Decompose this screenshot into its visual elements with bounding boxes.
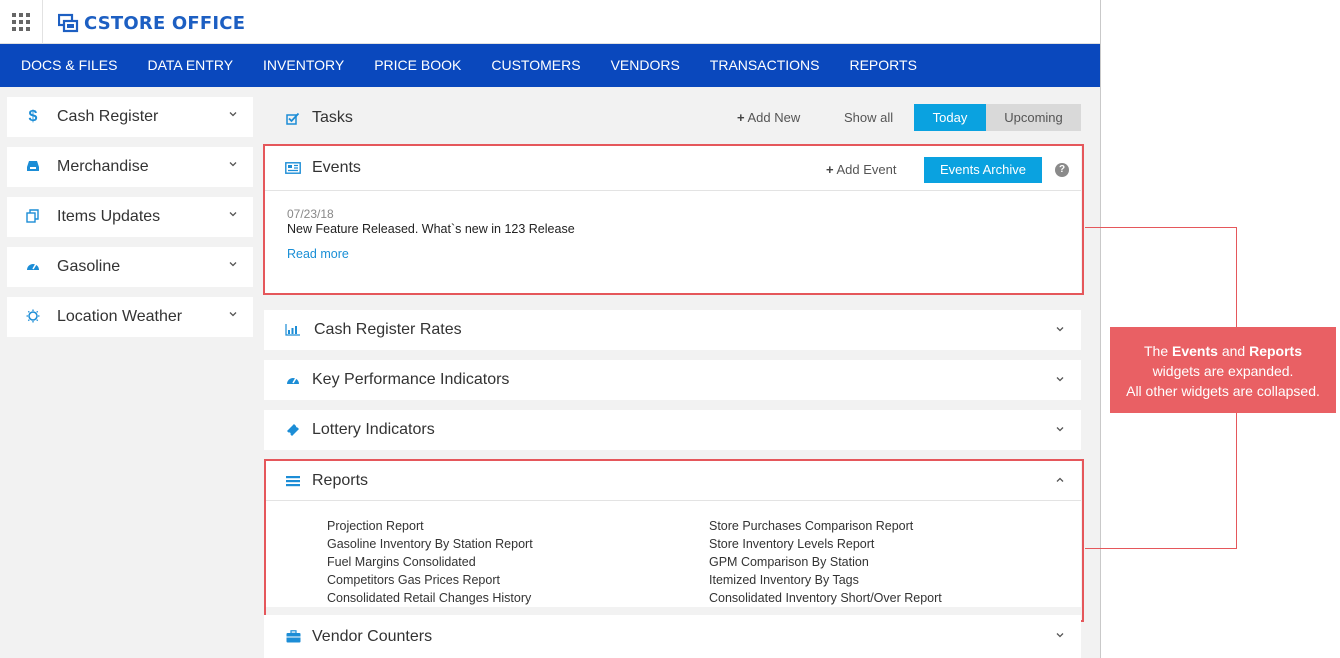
events-highlight-frame (263, 144, 1084, 295)
copy-icon (23, 208, 43, 226)
top-bar: CSTORE OFFICE (0, 0, 1100, 44)
bar-chart-icon (284, 324, 302, 336)
chevron-down-icon[interactable] (228, 309, 238, 319)
nav-inventory[interactable]: INVENTORY (248, 44, 359, 87)
logo[interactable]: CSTORE OFFICE (58, 12, 245, 34)
annotation-text: All other widgets are collapsed. (1126, 383, 1320, 399)
annotation-callout: The Events and Reports widgets are expan… (1110, 327, 1336, 413)
callout-connector (1085, 227, 1237, 228)
sidebar-item-merchandise[interactable]: Merchandise (7, 147, 253, 187)
annotation-text: widgets are expanded. (1152, 363, 1294, 379)
inbox-icon (23, 159, 43, 175)
chevron-down-icon[interactable] (1055, 324, 1065, 334)
nav-price-book[interactable]: PRICE BOOK (359, 44, 476, 87)
tasks-title: Tasks (312, 109, 353, 126)
sidebar-item-label: Gasoline (57, 258, 121, 275)
chevron-down-icon[interactable] (228, 209, 238, 219)
apps-grid-icon[interactable] (0, 0, 43, 44)
annotation-text: Reports (1249, 343, 1302, 359)
kpi-widget[interactable]: Key Performance Indicators (264, 360, 1081, 400)
cash-register-rates-title: Cash Register Rates (314, 321, 462, 338)
sidebar-item-label: Cash Register (57, 108, 159, 125)
chevron-down-icon[interactable] (1055, 424, 1065, 434)
today-tab[interactable]: Today (914, 104, 986, 131)
sidebar-item-cash-register[interactable]: $ Cash Register (7, 97, 253, 137)
sidebar-item-label: Location Weather (57, 308, 183, 325)
annotation-text: and (1221, 343, 1246, 359)
annotation-text: The (1144, 343, 1169, 359)
dollar-icon: $ (28, 108, 38, 125)
sun-icon (23, 309, 43, 326)
nav-data-entry[interactable]: DATA ENTRY (132, 44, 248, 87)
chevron-down-icon[interactable] (228, 159, 238, 169)
briefcase-icon (284, 630, 302, 643)
logo-mark-icon (58, 13, 79, 33)
add-new-task-button[interactable]: + Add New (737, 104, 800, 131)
nav-docs-files[interactable]: DOCS & FILES (6, 44, 132, 87)
gauge-icon (284, 374, 302, 386)
nav-vendors[interactable]: VENDORS (596, 44, 695, 87)
kpi-title: Key Performance Indicators (312, 371, 510, 388)
sidebar-item-label: Merchandise (57, 158, 149, 175)
nav-transactions[interactable]: TRANSACTIONS (695, 44, 835, 87)
ticket-icon (284, 423, 302, 437)
chevron-down-icon[interactable] (228, 109, 238, 119)
callout-connector (1085, 548, 1237, 549)
annotation-text: Events (1172, 343, 1218, 359)
show-all-button[interactable]: Show all (844, 104, 893, 131)
lottery-indicators-widget[interactable]: Lottery Indicators (264, 410, 1081, 450)
gauge-icon (23, 259, 43, 275)
chevron-down-icon[interactable] (1055, 630, 1065, 640)
logo-text: CSTORE OFFICE (84, 12, 246, 34)
app-window: CSTORE OFFICE DOCS & FILES DATA ENTRY IN… (0, 0, 1101, 658)
sidebar-item-label: Items Updates (57, 208, 161, 225)
add-new-label: Add New (747, 110, 801, 125)
upcoming-tab[interactable]: Upcoming (986, 104, 1081, 131)
main-nav: DOCS & FILES DATA ENTRY INVENTORY PRICE … (0, 44, 1100, 87)
vendor-counters-widget[interactable]: Vendor Counters (264, 615, 1081, 658)
nav-customers[interactable]: CUSTOMERS (476, 44, 595, 87)
sidebar-item-items-updates[interactable]: Items Updates (7, 197, 253, 237)
plus-icon: + (737, 110, 745, 125)
chevron-down-icon[interactable] (228, 259, 238, 269)
cash-register-rates-widget[interactable]: Cash Register Rates (264, 310, 1081, 350)
nav-reports[interactable]: REPORTS (834, 44, 931, 87)
chevron-down-icon[interactable] (1055, 374, 1065, 384)
sidebar-item-location-weather[interactable]: Location Weather (7, 297, 253, 337)
checkbox-icon (284, 112, 302, 125)
reports-highlight-frame (264, 459, 1084, 622)
sidebar-item-gasoline[interactable]: Gasoline (7, 247, 253, 287)
vendor-counters-title: Vendor Counters (312, 627, 433, 645)
lottery-title: Lottery Indicators (312, 421, 435, 438)
